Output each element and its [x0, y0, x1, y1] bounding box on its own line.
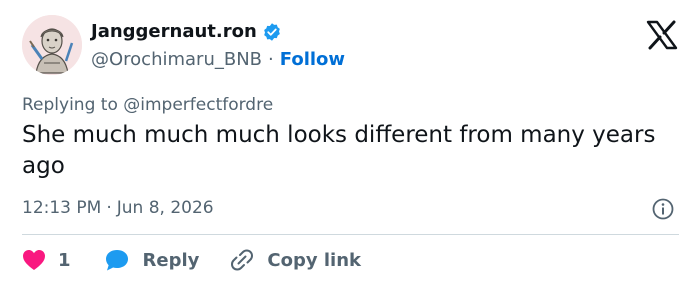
heart-icon: [22, 249, 46, 271]
link-icon: [229, 247, 255, 273]
author-handle-row: @Orochimaru_BNB · Follow: [91, 48, 345, 72]
replying-to-label: Replying to: [22, 95, 118, 115]
reply-button[interactable]: Reply: [104, 248, 200, 272]
author-name-row: Janggernaut.ron: [91, 20, 282, 44]
reply-mention-link[interactable]: @imperfectfordre: [123, 95, 273, 115]
copy-link-button[interactable]: Copy link: [229, 247, 361, 273]
reply-label: Reply: [142, 249, 200, 271]
handle-separator: ·: [268, 49, 274, 70]
tweet-time: 12:13 PM: [22, 198, 102, 218]
x-logo-icon[interactable]: [645, 20, 679, 50]
reply-context: Replying to @imperfectfordre: [22, 94, 273, 116]
author-display-name[interactable]: Janggernaut.ron: [91, 20, 257, 44]
avatar[interactable]: [22, 15, 82, 75]
tweet-date: Jun 8, 2026: [116, 198, 214, 218]
divider: [22, 234, 679, 235]
follow-button[interactable]: Follow: [280, 48, 345, 72]
info-icon[interactable]: [651, 197, 675, 221]
timestamp-separator: ·: [106, 198, 112, 218]
copy-link-label: Copy link: [267, 249, 361, 271]
verified-badge-icon: [262, 22, 282, 42]
tweet-timestamp[interactable]: 12:13 PM · Jun 8, 2026: [22, 197, 214, 219]
speech-bubble-icon: [104, 248, 130, 272]
like-button[interactable]: 1: [22, 249, 71, 271]
tweet-text: She much much much looks different from …: [22, 122, 656, 179]
like-count: 1: [58, 249, 71, 271]
author-handle[interactable]: @Orochimaru_BNB: [91, 48, 262, 72]
tweet-actions: 1 Reply Copy link: [22, 246, 361, 274]
